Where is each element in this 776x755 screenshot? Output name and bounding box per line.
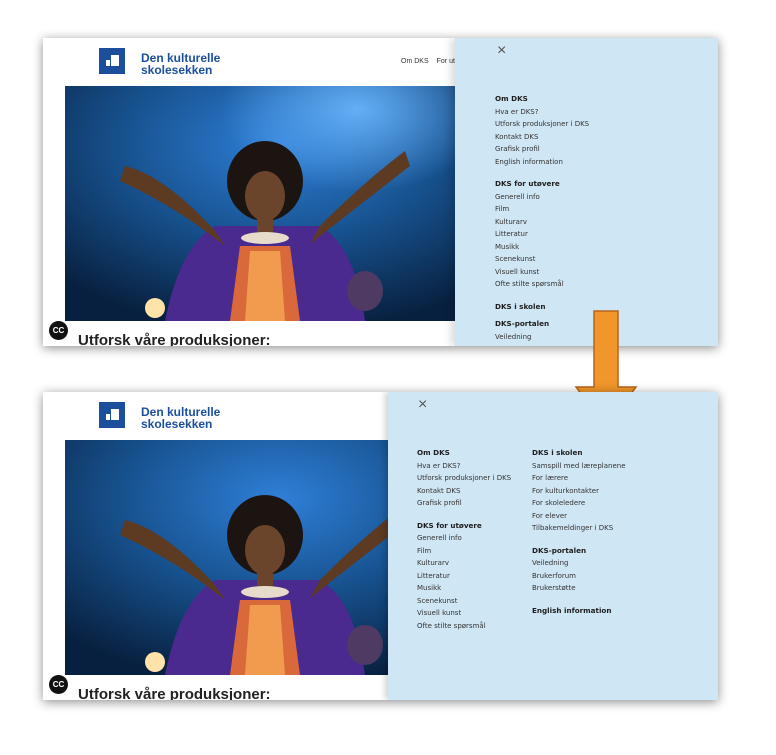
menu-column-right: DKS i skolen Samspill med læreplanene Fo…	[532, 447, 626, 617]
menu-item[interactable]: Scenekunst	[417, 595, 511, 608]
menu-item[interactable]: For elever	[532, 510, 626, 523]
menu-item[interactable]: Film	[495, 203, 589, 216]
nav-link-om-dks[interactable]: Om DKS	[401, 58, 429, 65]
before-screenshot: Den kulturelle skolesekken Om DKS For ut	[43, 38, 718, 346]
menu-item[interactable]: Brukerstøtte	[532, 582, 626, 595]
menu-item[interactable]: Musikk	[495, 241, 589, 254]
menu-item[interactable]: Kulturarv	[417, 557, 511, 570]
site-logo-text[interactable]: Den kulturelle skolesekken	[141, 406, 251, 430]
dks-logo-icon[interactable]	[99, 48, 125, 74]
menu-heading-dks-for-utovere[interactable]: DKS for utøvere	[417, 520, 511, 533]
hero-image	[65, 440, 388, 675]
menu-item[interactable]: Veiledning	[532, 557, 626, 570]
menu-item[interactable]: Visuell kunst	[417, 607, 511, 620]
performer-photo	[65, 86, 455, 321]
menu-heading-om-dks[interactable]: Om DKS	[417, 447, 511, 460]
menu-item[interactable]: Musikk	[417, 582, 511, 595]
menu-item[interactable]: For kulturkontakter	[532, 485, 626, 498]
cc-badge-icon[interactable]: CC	[49, 675, 68, 694]
menu-panel-before: × Om DKS Hva er DKS? Utforsk produksjone…	[455, 38, 718, 346]
close-icon[interactable]: ×	[497, 43, 506, 59]
menu-item[interactable]: Film	[417, 545, 511, 558]
hero-image	[65, 86, 455, 321]
performer-photo	[65, 440, 388, 675]
logo-line-2: skolesekken	[141, 63, 213, 77]
menu-item[interactable]: Grafisk profil	[495, 143, 589, 156]
menu-heading-dks-for-utovere[interactable]: DKS for utøvere	[495, 178, 589, 191]
cc-badge-icon[interactable]: CC	[49, 321, 68, 340]
menu-item[interactable]: Hva er DKS?	[495, 106, 589, 119]
menu-item[interactable]: Generell info	[495, 191, 589, 204]
nav-link-for-utovere[interactable]: For ut	[437, 58, 455, 65]
menu-column-left: Om DKS Hva er DKS? Utforsk produksjoner …	[417, 447, 511, 632]
menu-item[interactable]: Litteratur	[417, 570, 511, 583]
menu-heading-dks-i-skolen[interactable]: DKS i skolen	[532, 447, 626, 460]
logo-line-2: skolesekken	[141, 417, 213, 431]
page-heading: Utforsk våre produksjoner:	[78, 686, 271, 700]
menu-item[interactable]: Litteratur	[495, 228, 589, 241]
close-icon[interactable]: ×	[418, 397, 427, 413]
menu-item[interactable]: Brukerforum	[532, 570, 626, 583]
top-nav: Om DKS For ut	[401, 58, 463, 65]
menu-heading-dks-portalen[interactable]: DKS-portalen	[532, 545, 626, 558]
menu-item[interactable]: Kontakt DKS	[495, 131, 589, 144]
menu-item[interactable]: Hva er DKS?	[417, 460, 511, 473]
menu-item[interactable]: Generell info	[417, 532, 511, 545]
menu-item[interactable]: English information	[495, 156, 589, 169]
menu-panel-after: × Om DKS Hva er DKS? Utforsk produksjone…	[388, 392, 718, 700]
dks-logo-icon[interactable]	[99, 402, 125, 428]
menu-item[interactable]: Utforsk produksjoner i DKS	[495, 118, 589, 131]
menu-item[interactable]: Utforsk produksjoner i DKS	[417, 472, 511, 485]
menu-item[interactable]: For lærere	[532, 472, 626, 485]
menu-item[interactable]: For skoleledere	[532, 497, 626, 510]
after-screenshot: Den kulturelle skolesekken CC Utforsk vå…	[43, 392, 718, 700]
menu-item[interactable]: Scenekunst	[495, 253, 589, 266]
menu-heading-english-information[interactable]: English information	[532, 605, 626, 618]
site-logo-text[interactable]: Den kulturelle skolesekken	[141, 52, 251, 76]
menu-heading-om-dks[interactable]: Om DKS	[495, 93, 589, 106]
menu-item[interactable]: Kontakt DKS	[417, 485, 511, 498]
menu-item[interactable]: Grafisk profil	[417, 497, 511, 510]
menu-item[interactable]: Ofte stilte spørsmål	[417, 620, 511, 633]
menu-item[interactable]: Tilbakemeldinger i DKS	[532, 522, 626, 535]
menu-item[interactable]: Samspill med læreplanene	[532, 460, 626, 473]
menu-item[interactable]: Visuell kunst	[495, 266, 589, 279]
menu-item[interactable]: Ofte stilte spørsmål	[495, 278, 589, 291]
menu-item[interactable]: Kulturarv	[495, 216, 589, 229]
page-heading: Utforsk våre produksjoner:	[78, 332, 271, 346]
menu-column-single: Om DKS Hva er DKS? Utforsk produksjoner …	[495, 93, 589, 343]
